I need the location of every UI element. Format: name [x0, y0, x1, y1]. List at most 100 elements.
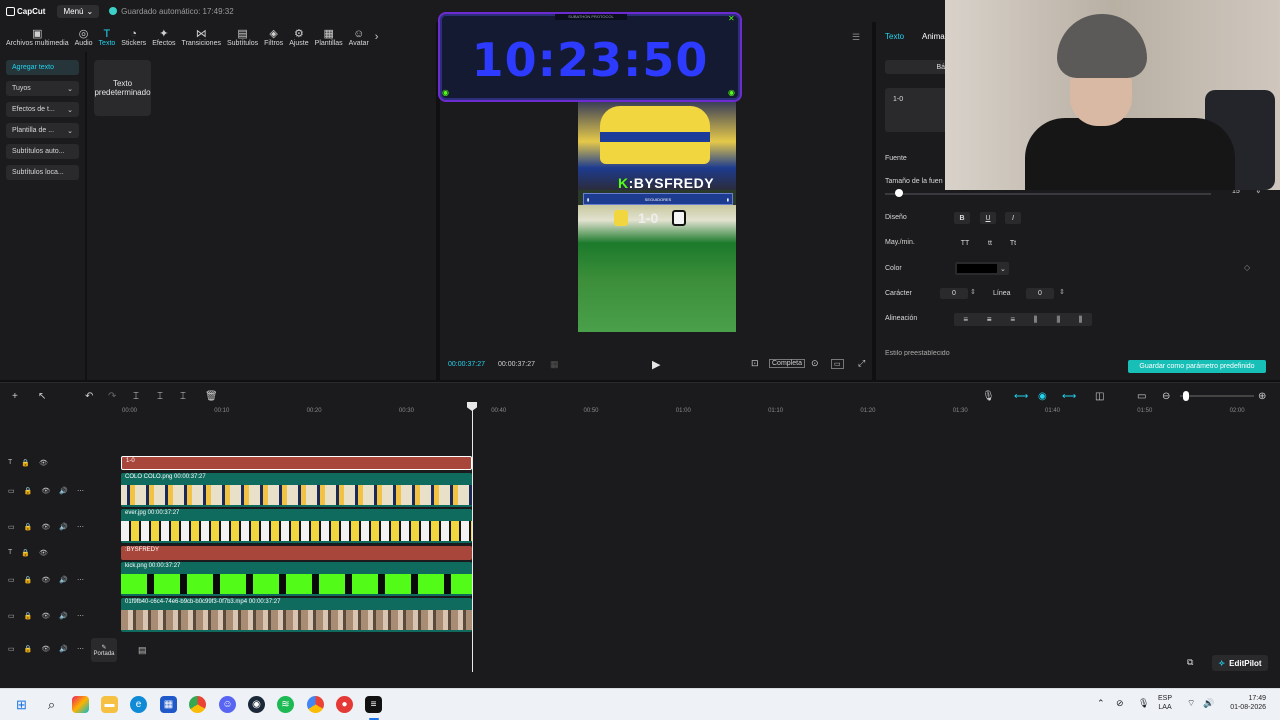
ratio-button[interactable]: Completa [769, 359, 805, 368]
nav-add-text[interactable]: Agregar texto [6, 60, 79, 75]
media-clip[interactable]: COLO COLO.png 00:00:37:27 [121, 473, 472, 507]
steam-icon[interactable]: ◉ [248, 696, 265, 713]
speaker-icon[interactable]: 🔊 [59, 487, 68, 495]
nav-yours[interactable]: Tuyos ⌄ [6, 81, 79, 96]
align-left-icon[interactable]: ≡ [963, 315, 968, 324]
char-stepper-icon[interactable]: ⇕ [970, 288, 976, 296]
microphone-tray-icon[interactable]: 🎙 [1138, 699, 1149, 708]
search-icon[interactable]: ⌕ [43, 696, 60, 713]
nav-text-effects[interactable]: Efectos de t... ⌄ [6, 102, 79, 117]
language-indicator[interactable]: ESP LAA [1158, 694, 1172, 712]
feedback-icon[interactable]: ⧉ [1187, 657, 1193, 668]
chrome-profile-icon[interactable] [307, 696, 324, 713]
align-center-icon[interactable]: ≡ [987, 315, 992, 324]
eye-icon[interactable]: 👁 [41, 645, 50, 653]
more-icon[interactable]: ⋯ [77, 612, 84, 620]
chrome-icon[interactable] [189, 696, 206, 713]
grid-icon[interactable]: ▦ [550, 359, 559, 370]
edge-icon[interactable]: e [130, 696, 147, 713]
editpilot-button[interactable]: ✧ EditPilot [1212, 655, 1268, 671]
align-bottom-icon[interactable]: ⫼ [1079, 315, 1083, 325]
tool-transitions[interactable]: ⋈ Transiciones [182, 28, 221, 47]
more-icon[interactable]: ⋯ [77, 645, 84, 653]
tool-avatar[interactable]: ☺ Avatar [349, 28, 369, 47]
eye-icon[interactable]: 👁 [39, 549, 48, 557]
clock[interactable]: 17:49 01-08-2026 [1224, 694, 1266, 712]
save-preset-button[interactable]: Guardar como parámetro predefinido [1128, 360, 1266, 373]
nav-auto-subtitles[interactable]: Subtítulos auto... [6, 144, 79, 159]
nav-local-subtitles[interactable]: Subtítulos loca... [6, 165, 79, 180]
media-clip[interactable]: 01f9fb40-c6c4-74e6-b9cb-b0c99f3-0f7b3.mp… [121, 598, 472, 632]
tool-audio[interactable]: ◎ Audio [75, 28, 93, 47]
lowercase-button[interactable]: tt [982, 237, 998, 249]
cover-button[interactable]: ✎ Portada [91, 638, 117, 662]
more-icon[interactable]: ⋯ [77, 576, 84, 584]
more-icon[interactable]: ⋯ [77, 523, 84, 531]
align-middle-icon[interactable]: ⫼ [1056, 315, 1060, 325]
discord-icon[interactable]: ☺ [219, 696, 236, 713]
default-text-preset[interactable]: Texto predeterminado [94, 60, 151, 116]
eye-icon[interactable]: 👁 [41, 612, 50, 620]
speaker-icon[interactable]: 🔊 [59, 576, 68, 584]
speaker-icon[interactable]: 🔊 [59, 523, 68, 531]
lock-icon[interactable]: 🔒 [21, 549, 30, 557]
film-icon[interactable]: ▤ [138, 645, 147, 656]
media-clip[interactable]: kick.png 00:00:37:27 [121, 562, 472, 596]
tool-media[interactable]: ▣ Archivos multimedia [6, 28, 69, 47]
nav-templates[interactable]: Plantilla de ... ⌄ [6, 123, 79, 138]
basic-subtab[interactable]: Bá [885, 60, 947, 74]
lock-icon[interactable]: 🔒 [24, 576, 33, 584]
copilot-icon[interactable] [72, 696, 89, 713]
align-top-icon[interactable]: ⫼ [1034, 315, 1038, 325]
tool-subtitles[interactable]: ▤ Subtítulos [227, 28, 258, 47]
obs-icon[interactable]: ● [336, 696, 353, 713]
playhead[interactable] [472, 404, 473, 672]
media-clip[interactable]: ever.jpg 00:00:37:27 [121, 509, 472, 543]
menu-button[interactable]: Menú ⌄ [57, 4, 100, 18]
eye-icon[interactable]: 👁 [41, 576, 50, 584]
char-spacing-input[interactable]: 0 [940, 288, 968, 299]
line-stepper-icon[interactable]: ⇕ [1059, 288, 1065, 296]
eye-icon[interactable]: 👁 [39, 459, 48, 467]
italic-button[interactable]: I [1005, 212, 1021, 224]
bold-button[interactable]: B [954, 212, 970, 224]
tab-animation[interactable]: Anima [922, 32, 945, 41]
capcut-taskbar-icon[interactable]: ≡ [365, 696, 382, 713]
tool-adjust[interactable]: ⚙ Ajuste [289, 28, 308, 47]
hamburger-icon[interactable]: ☰ [852, 32, 860, 43]
underline-button[interactable]: U [980, 212, 996, 224]
chevron-up-icon[interactable]: ⌃ [1097, 699, 1105, 708]
tool-effects[interactable]: ✦ Efectos [152, 28, 175, 47]
network-off-icon[interactable]: ⊘ [1116, 699, 1124, 708]
text-clip[interactable]: 1-0 [121, 456, 472, 470]
tool-templates[interactable]: ▦ Plantillas [315, 28, 343, 47]
tool-text[interactable]: T Texto [99, 28, 116, 47]
lock-icon[interactable]: 🔒 [21, 459, 30, 467]
video-preview[interactable]: K:BYSFREDY ▮ SEGUIDORES ▮ 1-0 [578, 102, 736, 332]
play-button[interactable]: ▶ [652, 358, 660, 371]
snapshot-icon[interactable]: ⊙ [811, 358, 819, 369]
speaker-icon[interactable]: 🔊 [59, 645, 68, 653]
titlecase-button[interactable]: Tt [1005, 237, 1021, 249]
eye-icon[interactable]: 👁 [41, 523, 50, 531]
tab-text[interactable]: Texto [885, 32, 904, 41]
tool-filters[interactable]: ◈ Filtros [264, 28, 283, 47]
color-picker[interactable]: ⌄ [955, 262, 1009, 275]
tool-stickers[interactable]: ◔ Stickers [121, 28, 146, 47]
text-clip[interactable]: :BYSFREDY [121, 546, 472, 560]
uppercase-button[interactable]: TT [957, 237, 973, 249]
keyframe-icon[interactable]: ◇ [1244, 263, 1250, 272]
wifi-icon[interactable]: ⌔ [1187, 699, 1195, 708]
lock-icon[interactable]: 🔒 [24, 612, 33, 620]
lock-icon[interactable]: 🔒 [24, 523, 33, 531]
aspect-ratio-icon[interactable]: ▭ [831, 359, 844, 369]
store-icon[interactable]: ▦ [160, 696, 177, 713]
speaker-icon[interactable]: 🔊 [59, 612, 68, 620]
crop-icon[interactable]: ⊡ [751, 358, 759, 369]
volume-icon[interactable]: 🔊 [1203, 699, 1214, 708]
eye-icon[interactable]: 👁 [41, 487, 50, 495]
line-spacing-input[interactable]: 0 [1026, 288, 1054, 299]
time-ruler[interactable]: 00:00 00:10 00:20 00:30 00:40 00:50 01:00 01:10… [0, 383, 1280, 423]
windows-start-icon[interactable]: ⊞ [13, 696, 30, 713]
file-explorer-icon[interactable]: ▬ [101, 696, 118, 713]
